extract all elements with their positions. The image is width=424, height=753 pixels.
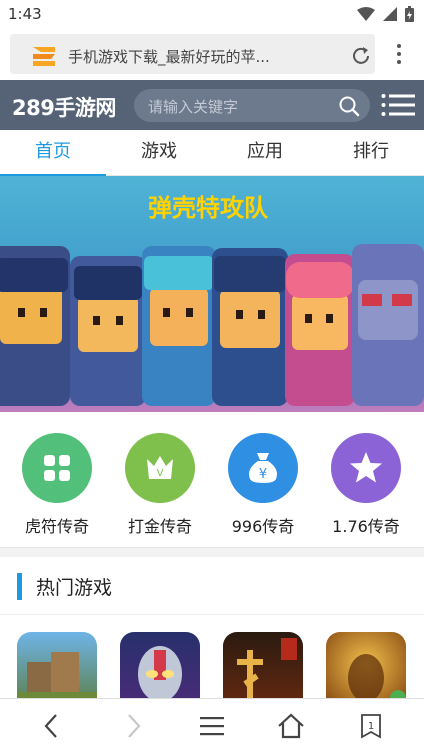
tab-home[interactable]: 首页 bbox=[0, 130, 106, 177]
category-label: 1.76传奇 bbox=[332, 517, 400, 536]
hot-games-header: 热门游戏 bbox=[0, 557, 424, 615]
category-176[interactable]: 1.76传奇 bbox=[320, 433, 412, 537]
hot-games-title: 热门游戏 bbox=[36, 577, 113, 599]
site-brand[interactable]: 289手游网 bbox=[12, 92, 116, 122]
status-icons bbox=[357, 6, 414, 22]
category-label: 996传奇 bbox=[231, 517, 295, 536]
category-label: 虎符传奇 bbox=[24, 517, 89, 536]
search-placeholder: 请输入关键字 bbox=[148, 98, 239, 116]
site-logo-icon bbox=[33, 47, 55, 66]
category-hufu[interactable]: 虎符传奇 bbox=[11, 433, 103, 537]
search-icon[interactable] bbox=[338, 95, 360, 117]
tab-count-icon[interactable]: 1 bbox=[356, 711, 386, 741]
main-tabs: 首页 游戏 应用 排行 bbox=[0, 130, 424, 177]
back-icon[interactable] bbox=[37, 711, 67, 741]
tab-apps[interactable]: 应用 bbox=[212, 130, 318, 176]
game-thumbnail[interactable] bbox=[223, 632, 303, 698]
tab-ranking[interactable]: 排行 bbox=[318, 130, 424, 176]
battery-icon bbox=[405, 6, 414, 22]
more-menu-icon[interactable] bbox=[392, 42, 406, 66]
status-bar: 1:43 bbox=[0, 0, 424, 30]
svg-text:V: V bbox=[157, 468, 164, 479]
site-header: 289手游网 请输入关键字 bbox=[0, 80, 424, 130]
tabs-menu-icon[interactable] bbox=[197, 711, 227, 741]
hot-games-list bbox=[0, 616, 424, 698]
forward-icon[interactable] bbox=[118, 711, 148, 741]
reload-icon[interactable] bbox=[350, 45, 372, 67]
grid-icon bbox=[22, 433, 92, 503]
section-accent-bar bbox=[17, 573, 22, 600]
money-bag-icon: ¥ bbox=[228, 433, 298, 503]
banner-title: 弹壳特攻队 bbox=[148, 194, 268, 222]
svg-text:1: 1 bbox=[368, 721, 374, 732]
wifi-icon bbox=[357, 7, 375, 21]
address-bar[interactable]: 手机游戏下载_最新好玩的苹... bbox=[10, 34, 375, 74]
category-label: 打金传奇 bbox=[127, 517, 192, 536]
browser-bottom-nav: 1 bbox=[0, 698, 424, 753]
promo-banner[interactable]: 弹壳特攻队 bbox=[0, 176, 424, 412]
svg-text:¥: ¥ bbox=[259, 467, 267, 482]
category-row: 虎符传奇 V 打金传奇 ¥ 996传奇 1.76传奇 bbox=[0, 412, 424, 547]
search-input[interactable]: 请输入关键字 bbox=[134, 89, 370, 122]
star-icon bbox=[331, 433, 401, 503]
category-dajin[interactable]: V 打金传奇 bbox=[114, 433, 206, 537]
signal-icon bbox=[383, 7, 397, 21]
game-thumbnail[interactable] bbox=[326, 632, 406, 698]
home-icon[interactable] bbox=[276, 711, 306, 741]
url-text: 手机游戏下载_最新好玩的苹... bbox=[68, 48, 270, 66]
tab-games[interactable]: 游戏 bbox=[106, 130, 212, 176]
browser-toolbar: 手机游戏下载_最新好玩的苹... bbox=[0, 30, 424, 78]
game-thumbnail[interactable] bbox=[120, 632, 200, 698]
menu-icon[interactable] bbox=[381, 93, 415, 117]
status-time: 1:43 bbox=[8, 5, 42, 23]
section-divider bbox=[0, 547, 424, 557]
crown-icon: V bbox=[125, 433, 195, 503]
game-thumbnail[interactable] bbox=[17, 632, 97, 698]
category-996[interactable]: ¥ 996传奇 bbox=[217, 433, 309, 537]
